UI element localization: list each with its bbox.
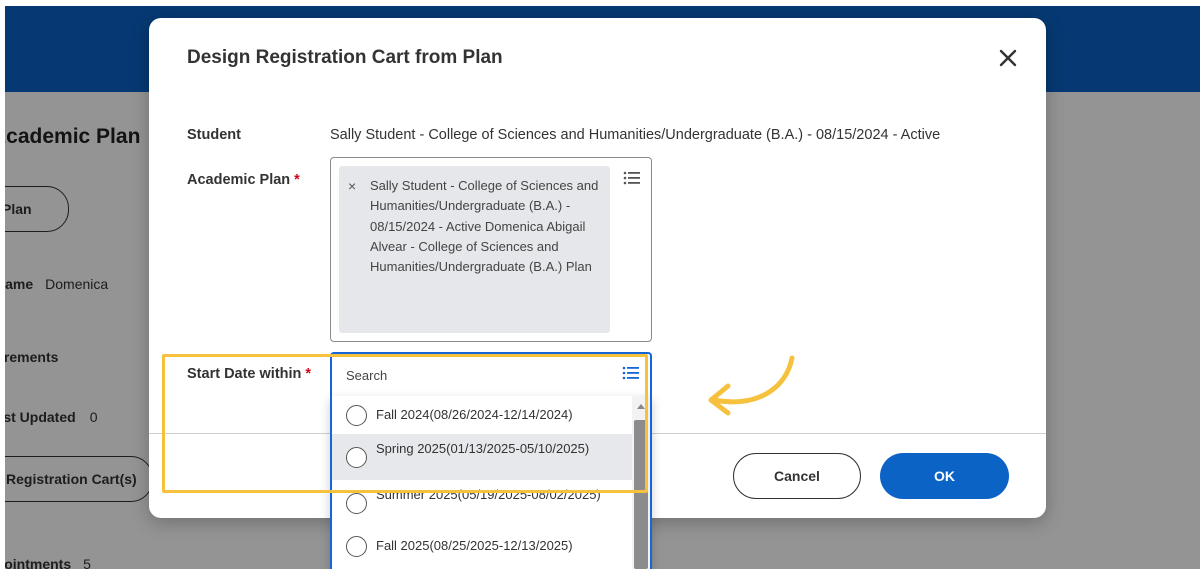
academic-plan-label: Academic Plan * [187, 172, 300, 188]
remove-x-icon[interactable]: × [348, 178, 356, 194]
close-icon [999, 49, 1017, 67]
start-date-dropdown[interactable]: Fall 2024(08/26/2024-12/14/2024) Spring … [330, 396, 652, 569]
radio-button[interactable] [346, 447, 367, 468]
radio-button[interactable] [346, 493, 367, 514]
option-label: Spring 2025(01/13/2025-05/10/2025) [376, 441, 590, 456]
option-summer-2025[interactable]: Summer 2025(05/19/2025-08/02/2025) [332, 480, 632, 526]
ok-button[interactable]: OK [880, 453, 1009, 499]
prompt-list-icon[interactable] [622, 365, 640, 381]
option-spring-2025[interactable]: Spring 2025(01/13/2025-05/10/2025) [332, 434, 632, 480]
academic-plan-chip-text: Sally Student - College of Sciences and … [370, 178, 599, 275]
academic-plan-field[interactable]: × Sally Student - College of Sciences an… [330, 157, 652, 342]
curved-arrow-icon [708, 355, 795, 416]
required-marker: * [305, 366, 312, 382]
option-fall-2025[interactable]: Fall 2025(08/25/2025-12/13/2025) [332, 526, 632, 566]
option-label: Fall 2025(08/25/2025-12/13/2025) [376, 538, 573, 553]
close-button[interactable] [995, 45, 1021, 71]
student-label: Student [187, 127, 241, 143]
dialog-title: Design Registration Cart from Plan [187, 47, 503, 68]
student-value: Sally Student - College of Sciences and … [330, 127, 941, 143]
option-label: Fall 2024(08/26/2024-12/14/2024) [376, 407, 573, 422]
option-fall-2024[interactable]: Fall 2024(08/26/2024-12/14/2024) [332, 396, 632, 434]
start-date-search-input[interactable] [346, 366, 596, 384]
start-date-label: Start Date within * [187, 366, 312, 382]
option-label: Summer 2025(05/19/2025-08/02/2025) [376, 487, 601, 502]
scroll-up-icon[interactable] [637, 404, 645, 409]
academic-plan-chip: × Sally Student - College of Sciences an… [339, 166, 610, 333]
required-marker: * [294, 172, 300, 188]
cancel-button[interactable]: Cancel [733, 453, 861, 499]
scrollbar-thumb[interactable] [634, 420, 648, 569]
dropdown-scrollbar[interactable] [632, 396, 650, 569]
radio-button[interactable] [346, 405, 367, 426]
radio-button[interactable] [346, 536, 367, 557]
prompt-list-icon[interactable] [623, 170, 641, 186]
start-date-field[interactable] [330, 352, 652, 397]
